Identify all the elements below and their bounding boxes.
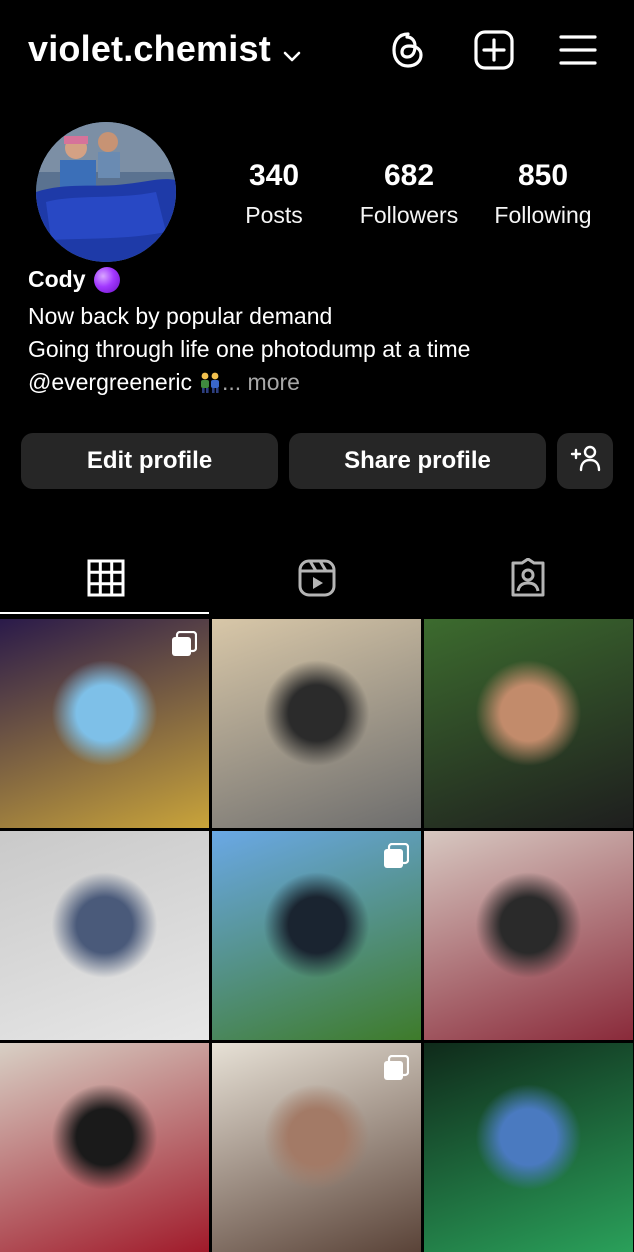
following-label: Following (494, 202, 592, 228)
two-people-emoji-icon (198, 370, 222, 394)
following-count: 850 (517, 159, 569, 192)
menu-icon[interactable] (556, 28, 600, 72)
add-person-icon (569, 444, 601, 479)
post-thumbnail[interactable] (0, 1043, 209, 1252)
posts-count: 340 (248, 159, 300, 192)
tab-reels[interactable] (211, 544, 422, 616)
tagged-icon (508, 557, 548, 603)
bio-line-3: @evergreeneric ... more (28, 366, 300, 399)
posts-grid (0, 619, 634, 1252)
reels-icon (297, 558, 337, 603)
grid-icon (87, 559, 125, 602)
post-thumbnail[interactable] (0, 619, 209, 828)
bio-mention-link[interactable]: @evergreeneric (28, 369, 192, 395)
discover-people-button[interactable] (557, 433, 613, 489)
purple-circle-emoji-icon (93, 266, 120, 293)
following-stat[interactable]: 850 Following (478, 156, 608, 232)
posts-label: Posts (245, 202, 303, 228)
carousel-icon (383, 1054, 410, 1086)
post-thumbnail[interactable] (424, 619, 633, 828)
posts-stat[interactable]: 340 Posts (209, 156, 339, 232)
followers-stat[interactable]: 682 Followers (344, 156, 474, 232)
avatar[interactable] (36, 122, 176, 262)
active-tab-indicator (0, 612, 209, 614)
display-name: Cody (28, 266, 86, 292)
share-profile-button[interactable]: Share profile (289, 433, 546, 489)
chevron-down-icon (283, 30, 301, 72)
profile-name-row: Cody (28, 266, 120, 293)
post-thumbnail[interactable] (424, 831, 633, 1040)
create-icon[interactable] (472, 28, 516, 72)
tab-posts-grid[interactable] (0, 544, 211, 616)
bio-line-1: Now back by popular demand (28, 303, 333, 329)
post-thumbnail[interactable] (212, 831, 421, 1040)
bio-more-link[interactable]: ... more (222, 369, 300, 395)
bio-line-2: Going through life one photodump at a ti… (28, 336, 471, 362)
carousel-icon (383, 842, 410, 874)
tab-tagged[interactable] (422, 544, 633, 616)
edit-profile-button[interactable]: Edit profile (21, 433, 278, 489)
post-thumbnail[interactable] (424, 1043, 633, 1252)
post-thumbnail[interactable] (212, 619, 421, 828)
post-thumbnail[interactable] (212, 1043, 421, 1252)
followers-label: Followers (359, 202, 459, 228)
top-bar: violet.chemist (0, 0, 634, 100)
username: violet.chemist (28, 28, 271, 69)
followers-count: 682 (383, 159, 435, 192)
threads-icon[interactable] (386, 28, 430, 72)
username-switcher[interactable]: violet.chemist (28, 26, 301, 72)
post-thumbnail[interactable] (0, 831, 209, 1040)
carousel-icon (171, 630, 198, 662)
